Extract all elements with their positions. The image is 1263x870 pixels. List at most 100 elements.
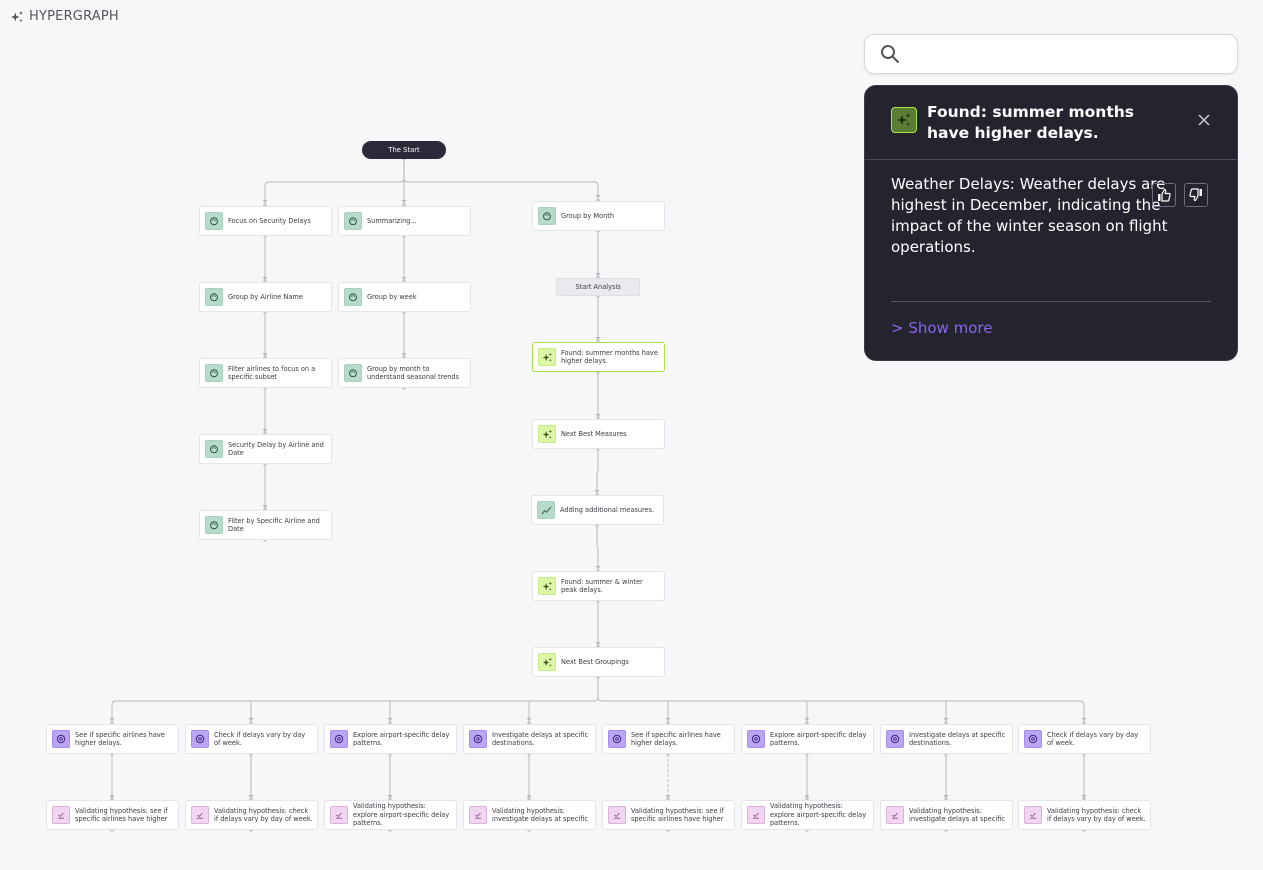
validation-node[interactable]: Validating hypothesis: see if specific a… [602,800,735,830]
brain-icon [205,212,223,230]
node-detail-panel: Found: summer months have higher delays.… [864,85,1238,361]
thumbs-up-icon [1158,188,1171,202]
sparkle-icon [538,425,556,443]
close-icon[interactable] [1197,113,1211,127]
start-analysis-node[interactable]: Start Analysis [556,278,640,296]
sparkle-icon [891,107,917,133]
node-label: Group by week [367,292,417,301]
node-label: Next Best Measures [561,429,627,438]
node-label: Validating hypothesis: see if specific a… [75,806,168,824]
search-bar[interactable] [864,34,1238,74]
thumbs-down-button[interactable] [1184,183,1208,207]
hypothesis-icon [1024,730,1042,748]
sparkle-icon [538,348,556,366]
graph-node-n3[interactable]: Filter airlines to focus on a specific s… [199,358,332,388]
node-label: Check if delays vary by day of week. [214,730,306,748]
arrow-head [248,718,254,721]
sparkle-icon [538,653,556,671]
hypothesis-node[interactable]: See if specific airlines have higher del… [46,724,179,754]
arrow-head [401,200,407,203]
arrow-head [595,566,601,569]
node-label: Validating hypothesis: investigate delay… [909,806,1005,824]
validation-node[interactable]: Validating hypothesis: investigate delay… [880,800,1013,830]
thumbs-up-button[interactable] [1152,183,1176,207]
hypothesis-node[interactable]: Investigate delays at specific destinati… [880,724,1013,754]
node-label: Investigate delays at specific destinati… [492,730,589,748]
thumbs-down-icon [1189,188,1202,202]
graph-node-s3[interactable]: Group by month to understand seasonal tr… [338,358,471,388]
graph-node-m4[interactable]: Adding additional measures. [531,495,664,525]
validation-node[interactable]: Validating hypothesis: see if specific a… [46,800,179,830]
arrow-head [526,718,532,721]
graph-node-n4[interactable]: Security Delay by Airline and Date [199,434,332,464]
graph-node-m5[interactable]: Found: summer & winter peak delays. [532,571,665,601]
node-label: Validating hypothesis: see if specific a… [631,806,724,824]
graph-node-s1[interactable]: Summarizing... [338,206,471,236]
panel-divider [891,301,1211,302]
node-label: Group by Airline Name [228,292,303,301]
arrow-head [387,718,393,721]
node-label: Validating hypothesis: investigate delay… [492,806,588,824]
brain-icon [344,364,362,382]
hypothesis-node[interactable]: Explore airport-specific delay patterns. [324,724,457,754]
hypothesis-icon [469,730,487,748]
hypothesis-node[interactable]: Check if delays vary by day of week. [1018,724,1151,754]
node-label: Explore airport-specific delay patterns. [353,730,450,748]
node-label: See if specific airlines have higher del… [631,730,721,748]
show-more-link[interactable]: > Show more [891,319,992,337]
hypothesis-node[interactable]: Investigate delays at specific destinati… [463,724,596,754]
arrow-head [943,718,949,721]
edge [403,177,599,199]
edge [597,696,1085,722]
root-node[interactable]: The Start [362,141,446,159]
hypothesis-icon [747,730,765,748]
validation-node[interactable]: Validating hypothesis: explore airport-s… [741,800,874,830]
edge [111,677,599,722]
brain-icon [344,212,362,230]
graph-node-m6[interactable]: Next Best Groupings [532,647,665,677]
graph-node-n2[interactable]: Group by Airline Name [199,282,332,312]
brain-icon [538,207,556,225]
arrow-head [595,195,601,198]
node-label: Found: summer months have higher delays. [561,348,658,366]
hypothesis-node[interactable]: See if specific airlines have higher del… [602,724,735,754]
hypothesis-icon [191,730,209,748]
node-label: Filter by Specific Airline and Date [228,516,320,534]
hypothesis-icon [608,730,626,748]
graph-node-m2[interactable]: Found: summer months have higher delays. [532,342,665,372]
graph-node-s2[interactable]: Group by week [338,282,471,312]
validation-node[interactable]: Validating hypothesis: explore airport-s… [324,800,457,830]
node-label: Next Best Groupings [561,657,629,666]
node-label: Security Delay by Airline and Date [228,440,324,458]
brain-icon [205,288,223,306]
hypothesis-node[interactable]: Check if delays vary by day of week. [185,724,318,754]
sparkle-icon [538,577,556,595]
graph-node-m3[interactable]: Next Best Measures [532,419,665,449]
graph-node-n1[interactable]: Focus on Security Delays [199,206,332,236]
arrow-head [109,718,115,721]
graph-node-n5[interactable]: Filter by Specific Airline and Date [199,510,332,540]
validate-icon [52,806,70,824]
hypothesis-node[interactable]: Explore airport-specific delay patterns. [741,724,874,754]
node-label: Explore airport-specific delay patterns. [770,730,867,748]
search-icon [881,45,899,63]
validation-node[interactable]: Validating hypothesis: check if delays v… [1018,800,1151,830]
validate-icon [469,806,487,824]
node-label: Check if delays vary by day of week. [1047,730,1139,748]
graph-node-m1[interactable]: Group by Month [532,201,665,231]
node-label: Validating hypothesis: check if delays v… [1047,806,1146,824]
arrow-head [1081,718,1087,721]
brain-icon [205,364,223,382]
node-label: See if specific airlines have higher del… [75,730,165,748]
search-input[interactable] [908,38,1237,70]
panel-title: Found: summer months have higher delays. [927,103,1134,142]
validation-node[interactable]: Validating hypothesis: check if delays v… [185,800,318,830]
node-label: Validating hypothesis: explore airport-s… [353,802,450,828]
arrow-head [594,490,600,493]
trend-icon [537,501,555,519]
validation-node[interactable]: Validating hypothesis: investigate delay… [463,800,596,830]
hypothesis-icon [886,730,904,748]
node-label: Group by month to understand seasonal tr… [367,364,459,382]
edge [596,449,599,494]
validate-icon [1024,806,1042,824]
